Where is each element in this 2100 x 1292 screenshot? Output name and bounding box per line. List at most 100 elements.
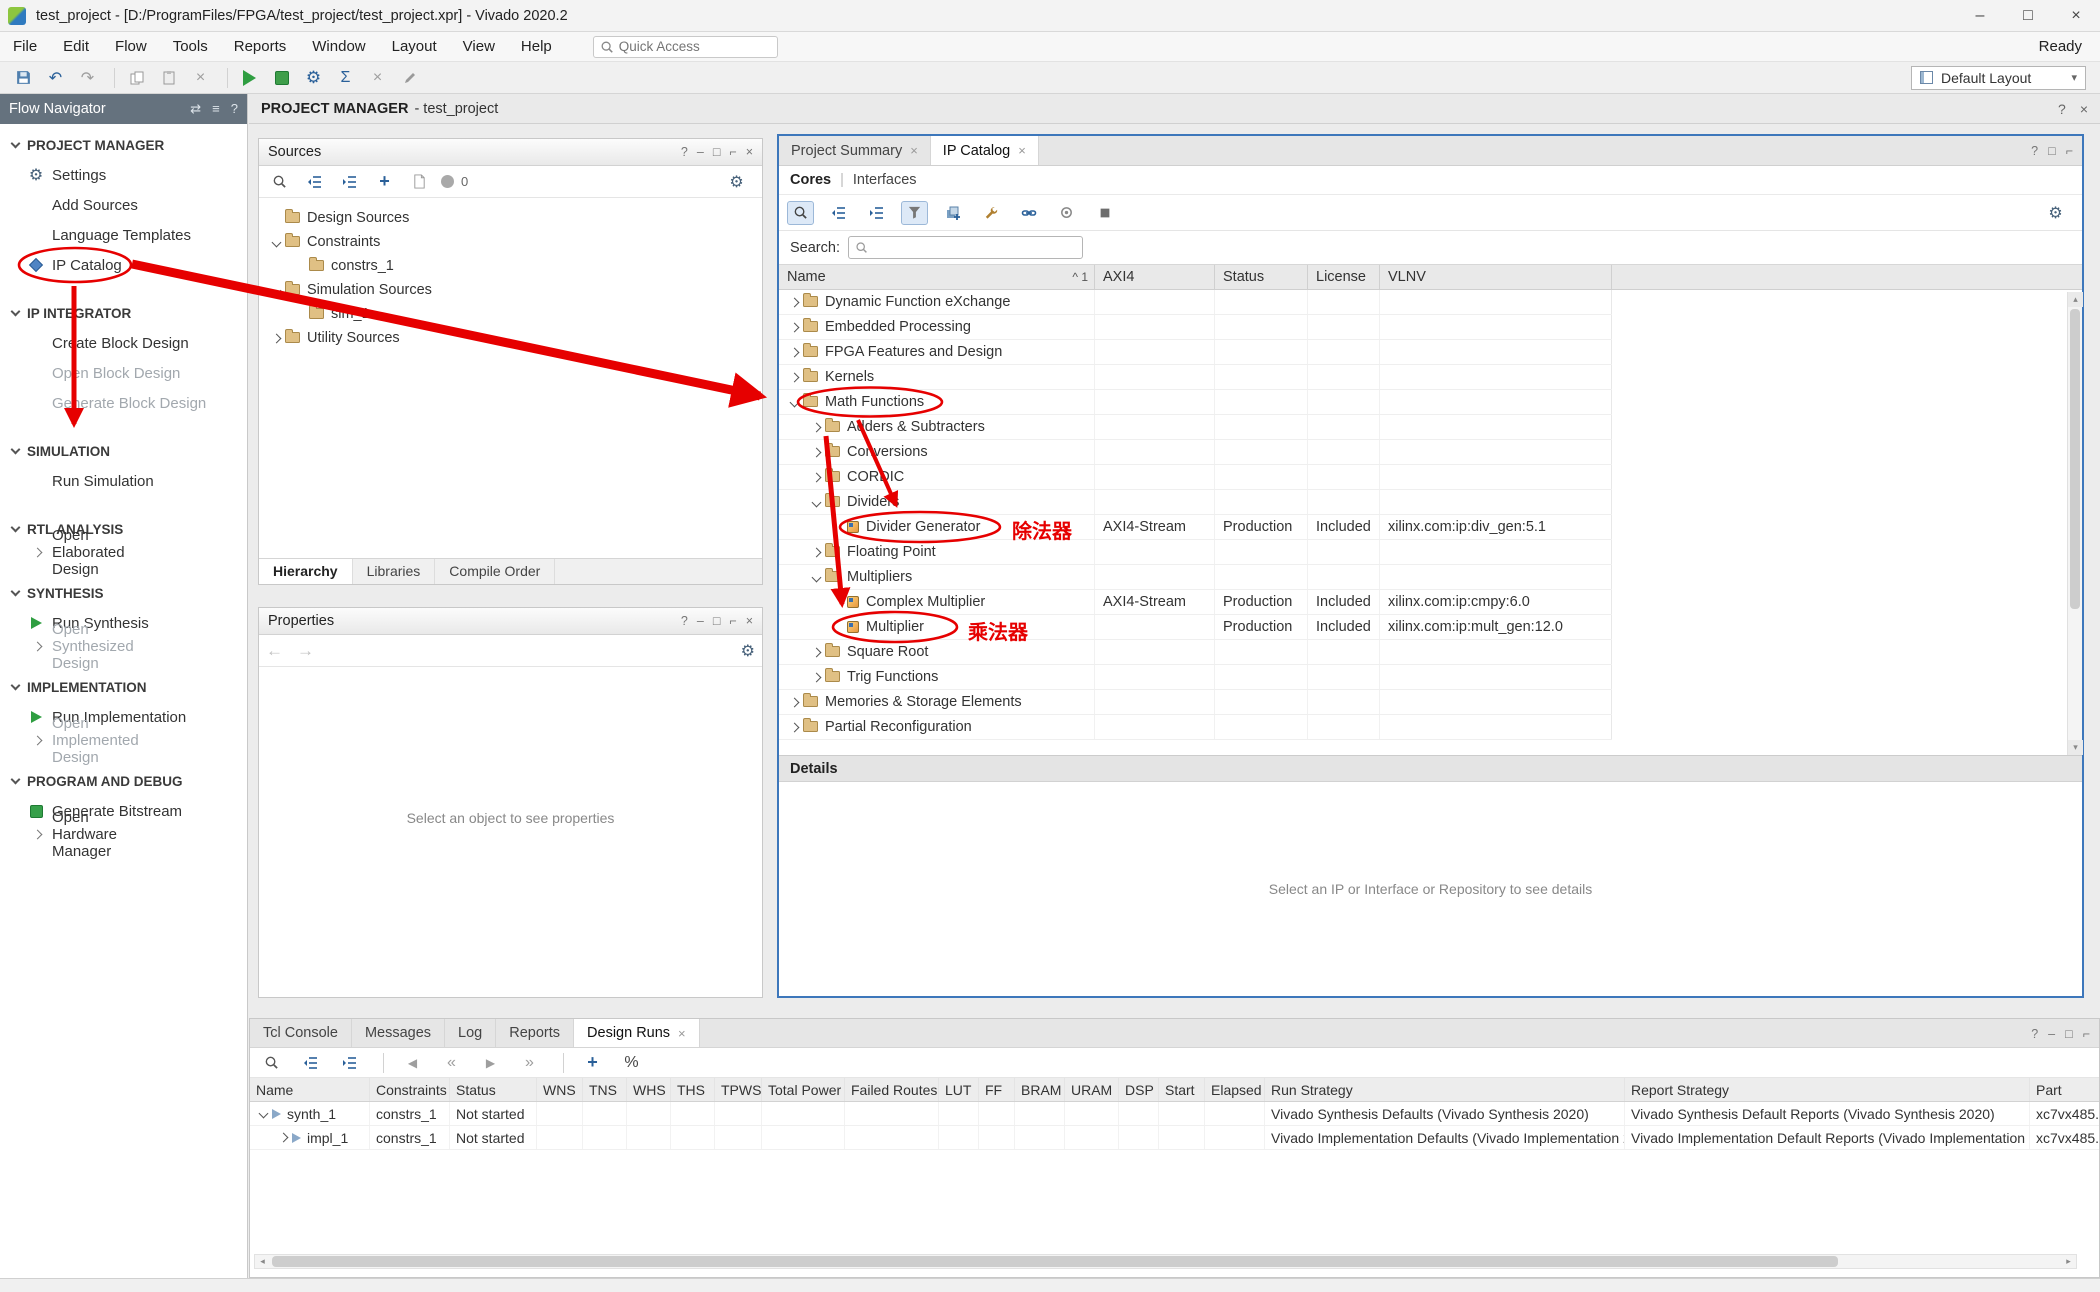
run-step-icon[interactable]: ▶: [477, 1051, 504, 1075]
nav-forward-icon[interactable]: →: [297, 641, 314, 661]
flow-nav-row[interactable]: SIMULATION: [0, 436, 247, 466]
flow-nav-row[interactable]: Open Hardware Manager: [0, 826, 26, 842]
help-icon[interactable]: ?: [2031, 144, 2038, 158]
expand-all-icon[interactable]: [336, 170, 363, 194]
delete-icon[interactable]: ×: [187, 66, 214, 90]
minimize-icon[interactable]: –: [697, 145, 704, 159]
design-runs-column-header[interactable]: DSP: [1119, 1078, 1159, 1101]
create-run-icon[interactable]: +: [579, 1051, 606, 1075]
copy-icon[interactable]: [123, 66, 150, 90]
menu-item[interactable]: Help: [508, 38, 565, 55]
tree-arrow-icon[interactable]: [256, 1106, 272, 1122]
program-device-icon[interactable]: [268, 66, 295, 90]
flow-nav-row[interactable]: Generate Block Design: [0, 388, 247, 418]
sources-tree-row[interactable]: Utility Sources: [259, 326, 762, 350]
design-runs-column-header[interactable]: WNS: [537, 1078, 583, 1101]
menu-item[interactable]: Window: [299, 38, 378, 55]
tree-arrow-icon[interactable]: [831, 519, 847, 535]
help-icon[interactable]: ?: [681, 145, 688, 159]
gear-icon[interactable]: ⚙: [2042, 201, 2069, 225]
run-icon[interactable]: [236, 66, 263, 90]
window-minimize-button[interactable]: –: [1956, 0, 2004, 31]
expand-all-icon[interactable]: [336, 1051, 363, 1075]
tree-arrow-icon[interactable]: [809, 494, 825, 510]
ip-catalog-row[interactable]: Dynamic Function eXchange: [779, 290, 1612, 315]
design-run-row[interactable]: synth_1 constrs_1 Not started Vivado Syn…: [250, 1102, 2099, 1126]
bottom-tab[interactable]: Messages ×: [352, 1019, 445, 1047]
bottom-tab[interactable]: Reports ×: [496, 1019, 574, 1047]
design-runs-column-header[interactable]: Elapsed: [1205, 1078, 1265, 1101]
collapse-all-icon[interactable]: [825, 201, 852, 225]
ip-catalog-row[interactable]: Square Root: [779, 640, 1612, 665]
quick-access-input[interactable]: [619, 39, 749, 54]
help-icon[interactable]: ?: [231, 101, 238, 117]
swap-icon[interactable]: ⇄: [190, 101, 201, 117]
bottom-tab[interactable]: Design Runs ×: [574, 1019, 700, 1047]
close-icon[interactable]: ×: [2080, 101, 2088, 117]
design-runs-column-header[interactable]: Constraints: [370, 1078, 450, 1101]
menu-item[interactable]: Reports: [221, 38, 300, 55]
sources-tab[interactable]: Hierarchy: [259, 559, 353, 584]
tree-arrow-icon[interactable]: [809, 644, 825, 660]
design-runs-column-header[interactable]: TNS: [583, 1078, 627, 1101]
redo-icon[interactable]: ↷: [74, 66, 101, 90]
stop-icon[interactable]: [1091, 201, 1118, 225]
step-first-icon[interactable]: ◀: [399, 1051, 426, 1075]
edit-pencil-icon[interactable]: [396, 66, 423, 90]
tree-arrow-icon[interactable]: [831, 594, 847, 610]
close-icon[interactable]: ×: [1018, 143, 1026, 158]
flow-nav-row[interactable]: IP INTEGRATOR: [0, 298, 247, 328]
add-sources-icon[interactable]: +: [371, 170, 398, 194]
flow-nav-row[interactable]: Create Block Design: [0, 328, 247, 358]
design-runs-column-header[interactable]: Name: [250, 1078, 370, 1101]
group-by-icon[interactable]: [901, 201, 928, 225]
bottom-tab[interactable]: Log ×: [445, 1019, 496, 1047]
help-icon[interactable]: ?: [2058, 101, 2066, 117]
link-icon[interactable]: [1015, 201, 1042, 225]
design-runs-column-header[interactable]: Status: [450, 1078, 537, 1101]
design-runs-column-header[interactable]: Run Strategy: [1265, 1078, 1625, 1101]
scrollbar-thumb[interactable]: [2070, 309, 2080, 609]
ip-catalog-row[interactable]: Divider Generator AXI4-Stream Production…: [779, 515, 1612, 540]
paste-icon[interactable]: [155, 66, 182, 90]
design-runs-column-header[interactable]: THS: [671, 1078, 715, 1101]
bottom-tab[interactable]: Tcl Console ×: [250, 1019, 352, 1047]
ip-search-input[interactable]: [872, 240, 1076, 256]
close-icon[interactable]: ×: [910, 143, 918, 158]
layout-selector[interactable]: Default Layout ▾: [1911, 66, 2086, 90]
close-icon[interactable]: ×: [746, 614, 753, 628]
maximize-icon[interactable]: □: [2048, 144, 2056, 158]
column-header-name[interactable]: Name ^ 1: [779, 265, 1095, 289]
ip-catalog-row[interactable]: Memories & Storage Elements: [779, 690, 1612, 715]
reports-sigma-icon[interactable]: Σ: [332, 66, 359, 90]
collapse-all-icon[interactable]: [297, 1051, 324, 1075]
sources-tree-row[interactable]: sim_1: [259, 302, 762, 326]
tree-arrow-icon[interactable]: [809, 469, 825, 485]
flow-nav-row[interactable]: PROJECT MANAGER: [0, 130, 247, 160]
search-icon[interactable]: [258, 1051, 285, 1075]
nav-back-icon[interactable]: ←: [266, 641, 283, 661]
tab-ip-catalog[interactable]: IP Catalog ×: [931, 136, 1039, 165]
design-run-row[interactable]: impl_1 constrs_1 Not started Vivado Impl…: [250, 1126, 2099, 1150]
menu-item[interactable]: Flow: [102, 38, 160, 55]
minimize-icon[interactable]: –: [2048, 1027, 2055, 1041]
tree-arrow-icon[interactable]: [787, 319, 803, 335]
ip-catalog-row[interactable]: Complex Multiplier AXI4-Stream Productio…: [779, 590, 1612, 615]
maximize-icon[interactable]: □: [2065, 1027, 2073, 1041]
ip-catalog-row[interactable]: Dividers: [779, 490, 1612, 515]
design-runs-column-header[interactable]: Failed Routes: [845, 1078, 939, 1101]
float-icon[interactable]: ⌐: [2083, 1027, 2090, 1041]
tree-arrow-icon[interactable]: [276, 1130, 292, 1146]
design-runs-column-header[interactable]: FF: [979, 1078, 1015, 1101]
column-header-vlnv[interactable]: VLNV: [1380, 265, 1612, 289]
tree-arrow-icon[interactable]: [787, 344, 803, 360]
ip-catalog-row[interactable]: Partial Reconfiguration: [779, 715, 1612, 740]
flow-nav-row[interactable]: IP Catalog: [0, 250, 247, 280]
tree-arrow-icon[interactable]: [787, 294, 803, 310]
help-icon[interactable]: ?: [2031, 1027, 2038, 1041]
flow-nav-row[interactable]: Generate Bitstream: [0, 796, 247, 826]
settings-gear-icon[interactable]: ⚙: [300, 66, 327, 90]
undo-icon[interactable]: ↶: [42, 66, 69, 90]
column-header-license[interactable]: License: [1308, 265, 1380, 289]
subtab-interfaces[interactable]: Interfaces: [853, 172, 917, 188]
